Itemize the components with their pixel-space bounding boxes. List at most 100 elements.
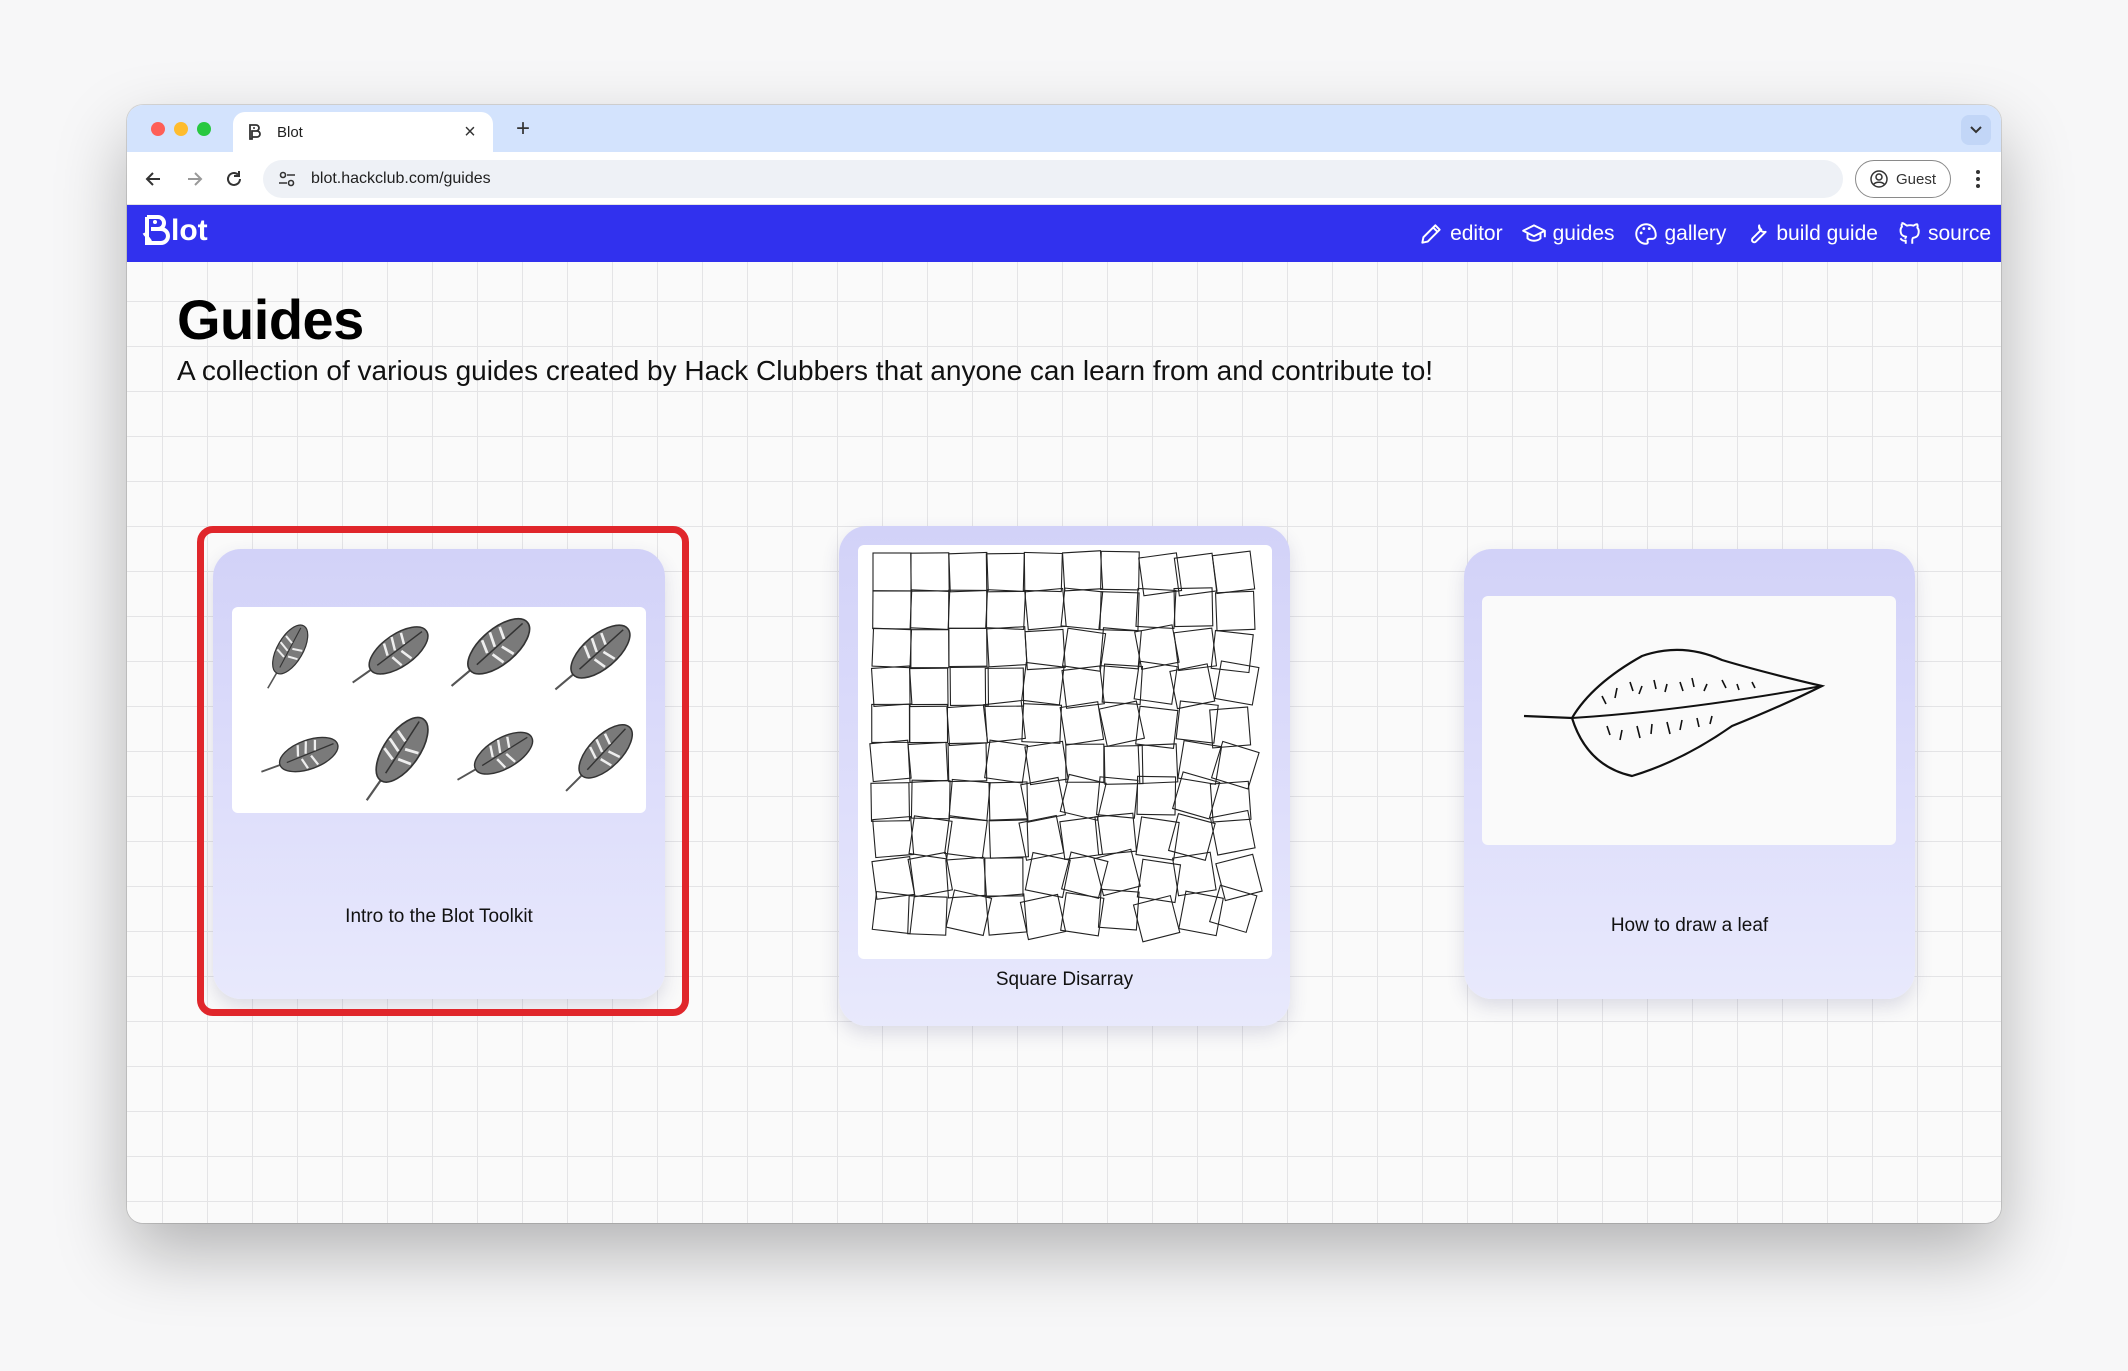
- address-bar[interactable]: blot.hackclub.com/guides: [263, 160, 1843, 198]
- new-tab-button[interactable]: +: [509, 115, 537, 143]
- disarray-square: [947, 589, 988, 629]
- reload-button[interactable]: [219, 164, 249, 194]
- nav-gallery[interactable]: gallery: [1633, 221, 1727, 247]
- disarray-square: [985, 552, 1026, 593]
- disarray-square: [1018, 814, 1065, 861]
- back-button[interactable]: [139, 164, 169, 194]
- disarray-square: [1021, 703, 1063, 744]
- disarray-square: [870, 782, 911, 822]
- browser-window: Blot × + blot.hackclub.com/guides Guest: [127, 105, 2001, 1223]
- browser-toolbar: blot.hackclub.com/guides Guest: [127, 152, 2001, 205]
- disarray-square: [1167, 813, 1216, 861]
- site-settings-icon[interactable]: [275, 167, 299, 191]
- nav-editor[interactable]: editor: [1418, 221, 1503, 247]
- page-content: lot editor guides gallery build guide so…: [127, 205, 2001, 1223]
- tab-close-icon[interactable]: ×: [459, 122, 481, 142]
- disarray-square: [1024, 851, 1071, 899]
- disarray-square: [1060, 587, 1104, 631]
- minimize-window-button[interactable]: [174, 122, 188, 136]
- disarray-square: [910, 629, 950, 669]
- disarray-square: [1211, 550, 1256, 595]
- disarray-square: [1137, 743, 1179, 785]
- profile-button[interactable]: Guest: [1855, 160, 1951, 198]
- disarray-square: [1061, 550, 1104, 592]
- maximize-window-button[interactable]: [197, 122, 211, 136]
- nav-editor-label: editor: [1450, 221, 1503, 245]
- disarray-square: [985, 589, 1027, 631]
- chevron-down-icon: [1970, 126, 1982, 134]
- more-vertical-icon: [1976, 170, 1980, 188]
- guide-card-caption: How to draw a leaf: [1610, 915, 1769, 936]
- nav-links: editor guides gallery build guide source: [1418, 205, 1991, 262]
- disarray-square: [944, 815, 988, 859]
- disarray-square: [909, 667, 949, 708]
- disarray-square: [1099, 591, 1140, 632]
- disarray-square: [908, 703, 949, 744]
- disarray-square: [1214, 590, 1256, 632]
- browser-menu-button[interactable]: [1967, 164, 1989, 194]
- page-title: Guides: [177, 288, 364, 351]
- disarray-square: [1209, 780, 1252, 823]
- disarray-square: [1214, 660, 1260, 706]
- forward-button[interactable]: [179, 164, 209, 194]
- close-window-button[interactable]: [151, 122, 165, 136]
- leaf-drawing-image: [1523, 648, 1826, 778]
- disarray-square: [1173, 627, 1218, 672]
- guide-card-leaf[interactable]: How to draw a leaf: [1464, 549, 1915, 999]
- guide-thumbnail: [858, 545, 1272, 959]
- disarray-square: [871, 627, 913, 669]
- disarray-square: [1019, 893, 1067, 941]
- disarray-square: [1215, 853, 1263, 902]
- disarray-square: [910, 779, 951, 820]
- disarray-square: [1060, 892, 1105, 937]
- disarray-square: [984, 857, 1024, 897]
- disarray-square: [909, 589, 951, 630]
- profile-icon: [1870, 170, 1888, 188]
- logo-text: lot: [171, 214, 208, 247]
- nav-build-guide[interactable]: build guide: [1744, 221, 1878, 247]
- disarray-square: [1065, 743, 1105, 783]
- disarray-square: [1061, 627, 1107, 672]
- disarray-square: [1209, 809, 1256, 856]
- disarray-square: [910, 552, 950, 592]
- disarray-square: [1177, 739, 1223, 785]
- selection-highlight: [197, 526, 689, 1016]
- disarray-square: [949, 666, 990, 707]
- disarray-square: [946, 704, 989, 747]
- blot-logo-icon: [142, 215, 170, 245]
- disarray-square: [988, 781, 1029, 822]
- tab-search-button[interactable]: [1961, 115, 1991, 145]
- nav-guides[interactable]: guides: [1521, 221, 1615, 247]
- disarray-square: [1024, 740, 1069, 786]
- nav-source-label: source: [1927, 221, 1991, 245]
- reload-icon: [227, 171, 241, 186]
- disarray-square: [872, 815, 915, 859]
- disarray-square: [947, 742, 988, 783]
- disarray-square: [1208, 884, 1258, 934]
- square-disarray-image: [869, 550, 1263, 943]
- disarray-square: [1210, 629, 1254, 674]
- site-logo[interactable]: lot: [141, 211, 208, 251]
- github-icon: [1899, 221, 1920, 244]
- palette-icon: [1634, 222, 1657, 245]
- guide-card-caption: Square Disarray: [995, 969, 1134, 990]
- disarray-square: [1173, 552, 1218, 597]
- disarray-square: [985, 893, 1028, 936]
- nav-source[interactable]: source: [1896, 221, 1991, 247]
- browser-tab[interactable]: Blot ×: [233, 112, 493, 152]
- guide-card-square-disarray[interactable]: Square Disarray: [839, 526, 1290, 1026]
- disarray-square: [871, 703, 911, 743]
- arrow-right-icon: [188, 172, 203, 186]
- tab-bar: Blot × +: [127, 105, 2001, 152]
- disarray-square: [1022, 551, 1063, 593]
- tab-title: Blot: [277, 123, 303, 141]
- disarray-square: [1100, 550, 1140, 591]
- nav-guides-label: guides: [1552, 221, 1615, 245]
- profile-label: Guest: [1895, 170, 1937, 188]
- url-text: blot.hackclub.com/guides: [311, 170, 491, 187]
- site-navbar: lot editor guides gallery build guide so…: [127, 205, 2001, 262]
- disarray-square: [907, 741, 949, 783]
- blot-favicon-icon: [245, 122, 265, 142]
- nav-gallery-label: gallery: [1664, 221, 1727, 245]
- wrench-icon: [1751, 223, 1768, 243]
